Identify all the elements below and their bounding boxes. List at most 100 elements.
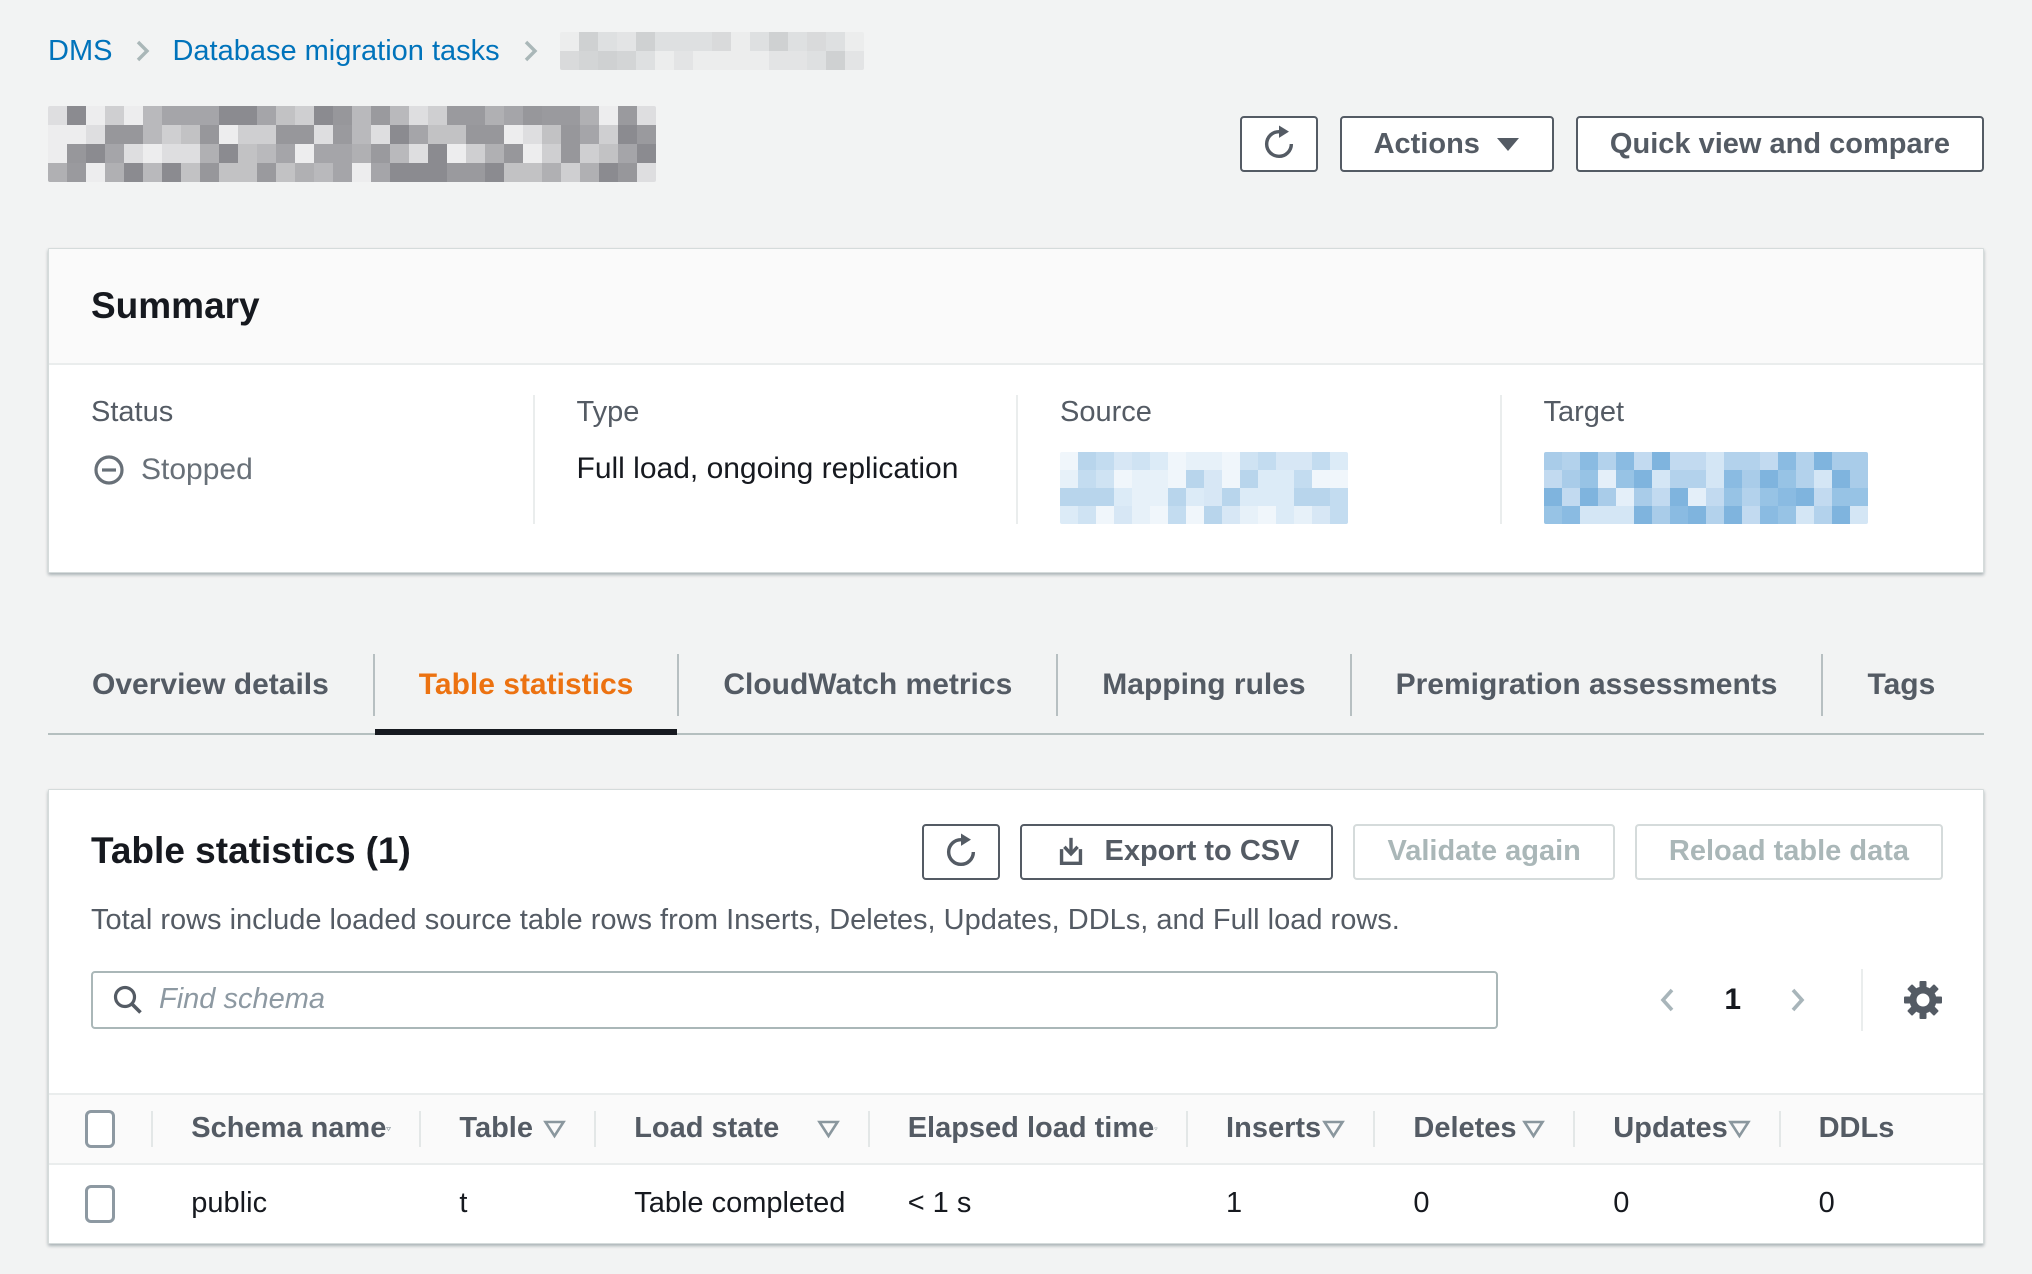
header-actions: Actions Quick view and compare	[1240, 116, 1984, 172]
tab-premigration-assessments[interactable]: Premigration assessments	[1352, 637, 1822, 733]
column-header-schema-name[interactable]: Schema name	[151, 1095, 419, 1163]
row-select-cell	[49, 1185, 151, 1223]
cell-elapsed-load-time: < 1 s	[868, 1187, 1186, 1220]
column-header-ddls[interactable]: DDLs	[1779, 1095, 1983, 1163]
breadcrumb-link-dms[interactable]: DMS	[48, 35, 112, 68]
export-csv-label: Export to CSV	[1104, 835, 1299, 868]
preferences-button[interactable]	[1903, 980, 1943, 1020]
tab-bar: Overview details Table statistics CloudW…	[48, 637, 1984, 735]
gear-icon	[1903, 980, 1943, 1020]
schema-search	[91, 971, 1498, 1029]
column-header-load-state[interactable]: Load state	[594, 1095, 868, 1163]
toolbar-divider	[1861, 969, 1863, 1031]
cell-load-state: Table completed	[594, 1187, 868, 1220]
schema-search-input[interactable]	[159, 973, 1478, 1027]
tab-tags[interactable]: Tags	[1823, 637, 1979, 733]
summary-field-target: Target	[1500, 395, 1984, 524]
cell-table: t	[419, 1187, 594, 1220]
table-statistics-table: Schema name Table Load state Elapsed loa…	[49, 1093, 1983, 1243]
tab-cloudwatch-metrics[interactable]: CloudWatch metrics	[679, 637, 1056, 733]
reload-table-data-button[interactable]: Reload table data	[1635, 824, 1943, 880]
column-label: Deletes	[1413, 1112, 1516, 1145]
table-row: public t Table completed < 1 s 1 0 0 0	[49, 1165, 1983, 1243]
table-statistics-title-text: Table statistics	[91, 830, 356, 871]
column-label: Updates	[1613, 1112, 1727, 1145]
quick-view-compare-label: Quick view and compare	[1610, 128, 1950, 161]
status-label: Status	[91, 395, 503, 430]
column-header-inserts[interactable]: Inserts	[1186, 1095, 1373, 1163]
validate-again-label: Validate again	[1387, 835, 1580, 868]
filter-icon[interactable]	[1728, 1119, 1751, 1139]
refresh-icon	[1260, 125, 1298, 163]
actions-button-label: Actions	[1374, 128, 1480, 161]
summary-title: Summary	[91, 285, 1941, 327]
filter-icon[interactable]	[1522, 1119, 1545, 1139]
column-label: Table	[459, 1112, 533, 1145]
target-label: Target	[1544, 395, 1954, 430]
tab-overview-details[interactable]: Overview details	[48, 637, 373, 733]
filter-icon[interactable]	[1322, 1119, 1345, 1139]
cell-inserts: 1	[1186, 1187, 1373, 1220]
status-text: Stopped	[141, 453, 253, 487]
cell-schema-name: public	[151, 1187, 419, 1220]
validate-again-button[interactable]: Validate again	[1353, 824, 1614, 880]
type-text: Full load, ongoing replication	[577, 452, 959, 486]
table-refresh-button[interactable]	[922, 824, 1000, 880]
row-checkbox[interactable]	[85, 1185, 115, 1223]
cell-ddls: 0	[1779, 1187, 1983, 1220]
chevron-right-icon	[1783, 985, 1811, 1015]
breadcrumb-current-redacted	[560, 32, 864, 70]
summary-card: Summary Status Stopped Type Full load, o…	[48, 248, 1984, 573]
page-title-redacted	[48, 106, 656, 182]
actions-button[interactable]: Actions	[1340, 116, 1554, 172]
filter-icon[interactable]	[817, 1119, 840, 1139]
select-all-checkbox[interactable]	[85, 1110, 115, 1148]
tab-mapping-rules[interactable]: Mapping rules	[1058, 637, 1349, 733]
target-value-redacted	[1544, 452, 1954, 524]
table-statistics-description: Total rows include loaded source table r…	[91, 904, 1943, 937]
type-label: Type	[577, 395, 987, 430]
breadcrumb: DMS Database migration tasks	[48, 0, 1984, 72]
pagination-next-button[interactable]	[1777, 979, 1817, 1021]
table-statistics-card: Table statistics(1)	[48, 789, 1984, 1244]
column-label: Schema name	[191, 1112, 386, 1145]
chevron-left-icon	[1654, 985, 1682, 1015]
search-icon	[111, 983, 145, 1017]
summary-field-status: Status Stopped	[49, 395, 533, 524]
column-label: DDLs	[1819, 1112, 1895, 1145]
pagination-current-page[interactable]: 1	[1724, 983, 1741, 1017]
column-header-elapsed-load-time[interactable]: Elapsed load time	[868, 1095, 1186, 1163]
stopped-icon	[91, 452, 127, 488]
chevron-right-icon	[516, 36, 544, 66]
cell-updates: 0	[1573, 1187, 1778, 1220]
column-header-table[interactable]: Table	[419, 1095, 594, 1163]
type-value: Full load, ongoing replication	[577, 452, 987, 486]
table-statistics-buttons: Export to CSV Validate again Reload tabl…	[922, 824, 1943, 880]
export-csv-button[interactable]: Export to CSV	[1020, 824, 1333, 880]
filter-icon[interactable]	[1154, 1119, 1158, 1139]
column-header-updates[interactable]: Updates	[1573, 1095, 1778, 1163]
status-value: Stopped	[91, 452, 503, 488]
quick-view-compare-button[interactable]: Quick view and compare	[1576, 116, 1984, 172]
table-header-row: Schema name Table Load state Elapsed loa…	[49, 1093, 1983, 1165]
table-toolbar: 1	[91, 969, 1943, 1031]
summary-field-source: Source	[1016, 395, 1500, 524]
table-statistics-count: (1)	[366, 830, 411, 871]
breadcrumb-link-tasks[interactable]: Database migration tasks	[172, 35, 499, 68]
refresh-icon	[942, 833, 980, 871]
summary-field-type: Type Full load, ongoing replication	[533, 395, 1017, 524]
download-icon	[1054, 835, 1088, 869]
filter-icon[interactable]	[543, 1119, 566, 1139]
source-label: Source	[1060, 395, 1470, 430]
tab-table-statistics[interactable]: Table statistics	[375, 637, 678, 733]
pagination: 1	[1648, 979, 1817, 1021]
cell-deletes: 0	[1373, 1187, 1573, 1220]
refresh-button[interactable]	[1240, 116, 1318, 172]
column-label: Load state	[634, 1112, 779, 1145]
pagination-prev-button[interactable]	[1648, 979, 1688, 1021]
column-header-deletes[interactable]: Deletes	[1373, 1095, 1573, 1163]
table-statistics-title: Table statistics(1)	[91, 824, 411, 872]
column-label: Inserts	[1226, 1112, 1321, 1145]
table-statistics-header: Table statistics(1)	[91, 824, 1943, 880]
filter-icon[interactable]	[386, 1119, 391, 1139]
